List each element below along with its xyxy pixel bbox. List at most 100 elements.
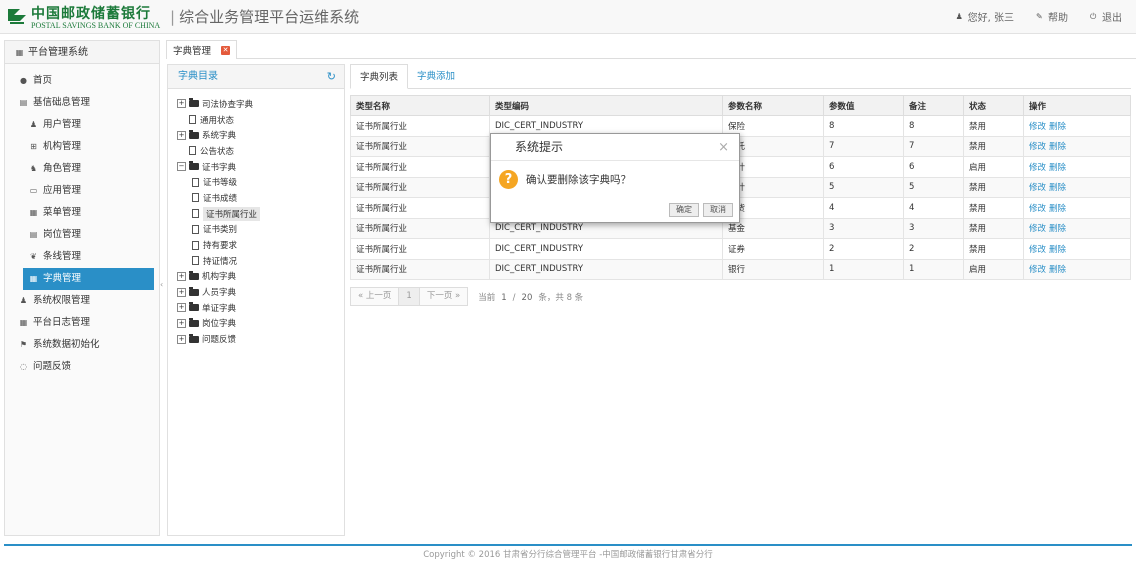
edit-link[interactable]: 修改 (1029, 224, 1046, 234)
document-icon (192, 224, 199, 234)
sidebar-item-data-init[interactable]: ⚑ 系统数据初始化 (5, 334, 159, 356)
collapse-icon[interactable]: − (177, 162, 186, 172)
edit-link[interactable]: 修改 (1029, 265, 1046, 275)
tab-dictionary[interactable]: 字典管理 ✕ (166, 40, 238, 59)
sidebar-item-feedback[interactable]: ◌ 问题反馈 (5, 356, 159, 378)
close-icon[interactable]: × (718, 134, 729, 161)
tab-dictionary-add[interactable]: 字典添加 (408, 64, 464, 89)
expand-icon[interactable]: + (177, 334, 186, 344)
tree-node[interactable]: + 司法协查字典 (168, 96, 344, 112)
tree-node[interactable]: + 机构字典 (168, 269, 344, 285)
cell-type-name: 证书所属行业 (350, 217, 490, 239)
sidebar-collapse-handle[interactable]: ‹ (160, 280, 165, 294)
tree-node[interactable]: 证书类别 (168, 222, 344, 238)
bank-logo[interactable]: 中国邮政储蓄银行 POSTAL SAVINGS BANK OF CHINA (6, 3, 168, 31)
user-area: ♟ 您好, 张三 ✎ 帮助 ⏻ 退出 (956, 9, 1122, 25)
sidebar-item-home[interactable]: ● 首页 (5, 70, 159, 92)
refresh-icon[interactable]: ↻ (327, 65, 336, 89)
tree-header: 字典目录 ↻ (168, 65, 344, 89)
delete-link[interactable]: 删除 (1049, 265, 1066, 275)
column-header[interactable]: 参数名称 (722, 95, 824, 116)
delete-link[interactable]: 删除 (1049, 245, 1066, 255)
sidebar-item-logs[interactable]: ▦ 平台日志管理 (5, 312, 159, 334)
delete-link[interactable]: 删除 (1049, 183, 1066, 193)
page-number-button[interactable]: 1 (399, 287, 419, 306)
user-greeting[interactable]: ♟ 您好, 张三 (956, 9, 1014, 24)
expand-icon[interactable]: + (177, 271, 186, 281)
logout-link[interactable]: ⏻ 退出 (1090, 9, 1122, 25)
edit-link[interactable]: 修改 (1029, 122, 1046, 132)
table-row[interactable]: 证书所属行业 DIC_CERT_INDUSTRY 证券 2 2 禁用 修改 删除 (350, 238, 1131, 260)
table-row[interactable]: 证书所属行业DIC_CERT_INDUSTRY信托77禁用修改删除 (350, 135, 1131, 157)
expand-icon[interactable]: + (177, 130, 186, 140)
page-size: 20 (521, 292, 533, 303)
edit-link[interactable]: 修改 (1029, 183, 1046, 193)
help-link[interactable]: ✎ 帮助 (1036, 9, 1068, 24)
edit-link[interactable]: 修改 (1029, 245, 1046, 255)
cancel-button[interactable]: 取消 (703, 203, 733, 217)
expand-icon[interactable]: + (177, 303, 186, 313)
delete-link[interactable]: 删除 (1049, 204, 1066, 214)
tree-node-selected[interactable]: 证书所属行业 (168, 206, 344, 222)
column-header[interactable]: 类型名称 (350, 95, 490, 116)
tree-node[interactable]: 持有要求 (168, 237, 344, 253)
tab-dictionary-list[interactable]: 字典列表 (350, 64, 409, 89)
table-row[interactable]: 证书所属行业DIC_CERT_INDUSTRY会计66启用修改删除 (350, 156, 1131, 178)
tree-node-label: 单证字典 (202, 303, 237, 314)
close-icon[interactable]: ✕ (221, 45, 231, 55)
user-greeting-text: 您好, 张三 (967, 13, 1014, 24)
sidebar-item-dictionary[interactable]: ▦ 字典管理 (23, 268, 154, 290)
sidebar-item-posts[interactable]: ▤ 岗位管理 (5, 224, 159, 246)
table-row[interactable]: 证书所属行业DIC_CERT_INDUSTRY期货44禁用修改删除 (350, 197, 1131, 219)
sidebar-item-lines[interactable]: ❦ 条线管理 (5, 246, 159, 268)
expand-icon[interactable]: + (177, 318, 186, 328)
tree-node[interactable]: + 系统字典 (168, 127, 344, 143)
column-header[interactable]: 备注 (903, 95, 964, 116)
table-row[interactable]: 证书所属行业 DIC_CERT_INDUSTRY 基金 3 3 禁用 修改 删除 (350, 217, 1131, 239)
edit-link[interactable]: 修改 (1029, 163, 1046, 173)
sidebar-item-menus[interactable]: ▦ 菜单管理 (5, 202, 159, 224)
delete-link[interactable]: 删除 (1049, 142, 1066, 152)
tree-node[interactable]: + 单证字典 (168, 300, 344, 316)
sidebar-item-roles[interactable]: ♞ 角色管理 (5, 158, 159, 180)
footer-divider (4, 544, 1132, 546)
expand-icon[interactable]: + (177, 99, 186, 109)
cell-param-value: 6 (823, 156, 904, 178)
table-row[interactable]: 证书所属行业 DIC_CERT_INDUSTRY 保险 8 8 禁用 修改 删除 (350, 115, 1131, 137)
delete-link[interactable]: 删除 (1049, 163, 1066, 173)
sidebar-item-apps[interactable]: ▭ 应用管理 (5, 180, 159, 202)
tree-node[interactable]: + 问题反馈 (168, 331, 344, 347)
table-row[interactable]: 证书所属行业DIC_CERT_INDUSTRY审计55禁用修改删除 (350, 176, 1131, 198)
sidebar-item-label: 系统数据初始化 (33, 339, 100, 350)
dashboard-icon: ▦ (15, 47, 24, 57)
tree-node[interactable]: − 证书字典 (168, 159, 344, 175)
delete-link[interactable]: 删除 (1049, 122, 1066, 132)
column-header[interactable]: 状态 (963, 95, 1024, 116)
tree-node[interactable]: 公告状态 (168, 143, 344, 159)
column-header[interactable]: 类型编码 (489, 95, 723, 116)
postal-logo-icon (8, 9, 26, 24)
sidebar-item-orgs[interactable]: ⊞ 机构管理 (5, 136, 159, 158)
sidebar-item-users[interactable]: ♟ 用户管理 (5, 114, 159, 136)
tree-node[interactable]: 证书成绩 (168, 190, 344, 206)
tree-node[interactable]: 证书等级 (168, 174, 344, 190)
tree-node[interactable]: 通用状态 (168, 112, 344, 128)
table-row[interactable]: 证书所属行业 DIC_CERT_INDUSTRY 银行 1 1 启用 修改 删除 (350, 258, 1131, 280)
sidebar-item-basic-info[interactable]: ▤ 基信础息管理 (5, 92, 159, 114)
next-page-button[interactable]: 下一页 » (418, 287, 469, 306)
system-title-text: 综合业务管理平台运维系统 (179, 8, 360, 26)
prev-page-button[interactable]: « 上一页 (350, 287, 400, 306)
edit-link[interactable]: 修改 (1029, 142, 1046, 152)
expand-icon[interactable]: + (177, 287, 186, 297)
column-header[interactable]: 参数值 (823, 95, 904, 116)
sidebar-item-permissions[interactable]: ♟ 系统权限管理 (5, 290, 159, 312)
tree-node[interactable]: + 人员字典 (168, 284, 344, 300)
table-header-row: 类型名称 类型编码 参数名称 参数值 备注 状态 操作 (350, 95, 1131, 116)
tree-node[interactable]: 持证情况 (168, 253, 344, 269)
delete-link[interactable]: 删除 (1049, 224, 1066, 234)
tree-node[interactable]: + 岗位字典 (168, 316, 344, 332)
edit-link[interactable]: 修改 (1029, 204, 1046, 214)
ok-button[interactable]: 确定 (669, 203, 699, 217)
cell-actions: 修改 删除 (1023, 156, 1131, 178)
sidebar-item-label: 机构管理 (43, 141, 82, 152)
